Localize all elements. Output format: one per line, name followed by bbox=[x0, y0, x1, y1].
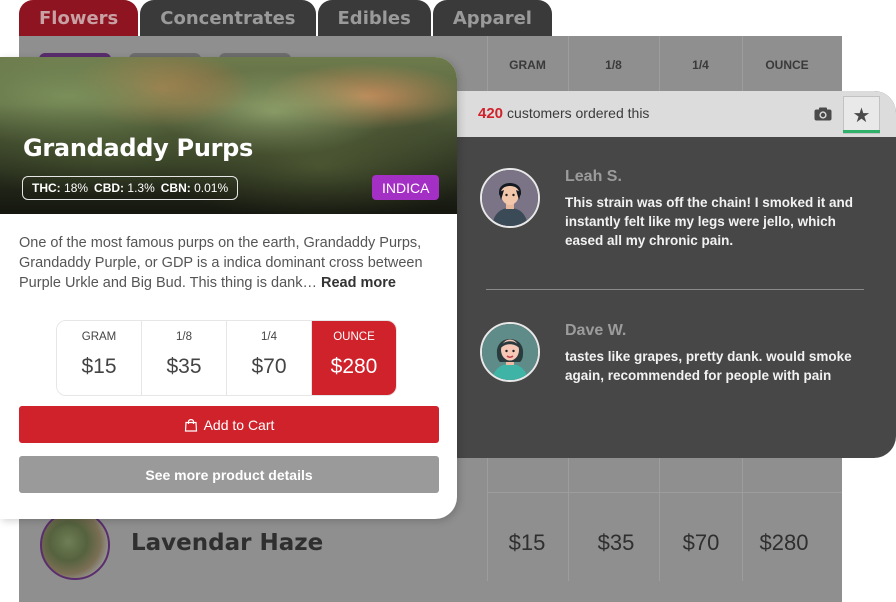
price-option-price: $280 bbox=[330, 355, 378, 378]
star-icon: ★ bbox=[852, 103, 871, 127]
thc-stat: THC: 18% bbox=[32, 181, 89, 195]
order-count-label: customers ordered this bbox=[507, 105, 650, 121]
cannabinoid-info: THC: 18% CBD: 1.3% CBN: 0.01% bbox=[22, 176, 239, 200]
tab-edibles[interactable]: Edibles bbox=[317, 0, 431, 36]
avatar bbox=[480, 322, 540, 382]
column-header-eighth: 1/8 bbox=[605, 58, 622, 72]
price-option-eighth[interactable]: 1/8 $35 bbox=[142, 321, 227, 395]
price-option-ounce[interactable]: OUNCE $280 bbox=[312, 321, 396, 395]
reviewer-name: Leah S. bbox=[565, 168, 622, 185]
product-description: One of the most famous purps on the eart… bbox=[19, 233, 444, 293]
cbn-stat: CBN: 0.01% bbox=[160, 181, 229, 195]
order-count: 420 customers ordered this bbox=[478, 105, 649, 122]
product-title: Grandaddy Purps bbox=[23, 134, 254, 162]
camera-icon[interactable] bbox=[814, 107, 832, 121]
row-price-gram[interactable]: $15 bbox=[487, 530, 567, 556]
column-header-gram: GRAM bbox=[509, 58, 546, 72]
price-option-weight: 1/8 bbox=[176, 331, 192, 343]
price-option-weight: GRAM bbox=[81, 331, 117, 343]
reviews-header: 420 customers ordered this ★ bbox=[430, 91, 896, 137]
reviews-panel: 420 customers ordered this ★ Leah S. Thi… bbox=[430, 91, 896, 458]
reviewer-name: Dave W. bbox=[565, 322, 627, 339]
shopping-bag-icon bbox=[184, 418, 197, 432]
product-thumbnail[interactable] bbox=[40, 510, 110, 580]
cbd-stat: CBD: 1.3% bbox=[94, 181, 155, 195]
row-price-eighth[interactable]: $35 bbox=[576, 530, 656, 556]
read-more-link[interactable]: Read more bbox=[321, 275, 396, 291]
tab-flowers[interactable]: Flowers bbox=[19, 0, 139, 36]
tab-apparel[interactable]: Apparel bbox=[432, 0, 552, 36]
price-option-weight: OUNCE bbox=[333, 331, 375, 343]
menu-page: Flowers Concentrates Edibles Apparel GRA… bbox=[0, 0, 896, 602]
category-tabs: Flowers Concentrates Edibles Apparel bbox=[19, 0, 552, 36]
price-option-price: $15 bbox=[81, 355, 117, 378]
see-more-label: See more product details bbox=[145, 466, 313, 483]
review-text: tastes like grapes, pretty dank. would s… bbox=[565, 349, 852, 383]
active-indicator bbox=[843, 130, 880, 133]
row-price-ounce[interactable]: $280 bbox=[744, 530, 824, 556]
add-to-cart-button[interactable]: Add to Cart bbox=[19, 406, 439, 443]
product-row-name[interactable]: Lavendar Haze bbox=[131, 530, 323, 556]
price-option-price: $70 bbox=[251, 355, 287, 378]
tab-concentrates[interactable]: Concentrates bbox=[140, 0, 316, 36]
column-header-quarter: 1/4 bbox=[692, 58, 709, 72]
row-price-quarter[interactable]: $70 bbox=[661, 530, 741, 556]
price-selector: GRAM $15 1/8 $35 1/4 $70 OUNCE $280 bbox=[56, 320, 397, 396]
product-card: Grandaddy Purps THC: 18% CBD: 1.3% CBN: … bbox=[0, 57, 457, 519]
star-button[interactable]: ★ bbox=[843, 96, 880, 134]
price-option-gram[interactable]: GRAM $15 bbox=[57, 321, 142, 395]
add-to-cart-label: Add to Cart bbox=[203, 416, 275, 433]
see-more-details-button[interactable]: See more product details bbox=[19, 456, 439, 493]
order-count-number: 420 bbox=[478, 105, 504, 122]
review-text: This strain was off the chain! I smoked … bbox=[565, 195, 854, 248]
avatar bbox=[480, 168, 540, 228]
price-option-weight: 1/4 bbox=[261, 331, 277, 343]
divider bbox=[486, 289, 864, 290]
column-header-ounce: OUNCE bbox=[765, 58, 809, 72]
price-option-price: $35 bbox=[166, 355, 202, 378]
price-option-quarter[interactable]: 1/4 $70 bbox=[227, 321, 312, 395]
row-divider bbox=[487, 492, 842, 493]
strain-badge: INDICA bbox=[372, 175, 440, 200]
